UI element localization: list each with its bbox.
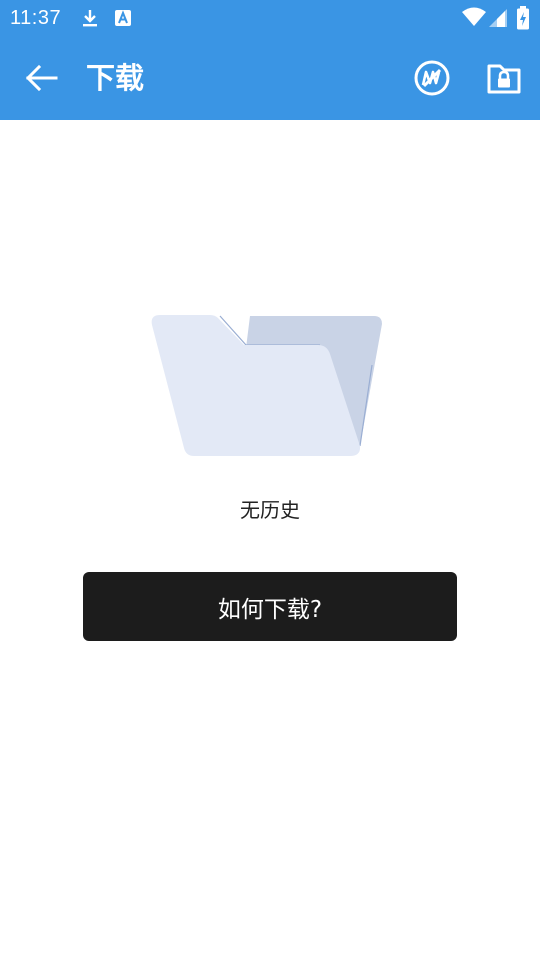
arrow-left-icon xyxy=(25,64,58,92)
page-title: 下载 xyxy=(86,61,145,95)
download-icon xyxy=(83,10,97,27)
app-bar: 下载 xyxy=(0,36,540,120)
how-to-download-label: 如何下载? xyxy=(217,596,323,623)
signal-icon xyxy=(489,9,507,27)
battery-charging-icon xyxy=(517,6,529,30)
no-download-button[interactable] xyxy=(410,56,454,100)
a-badge-icon xyxy=(115,10,131,26)
empty-folder-icon xyxy=(151,315,382,456)
wifi-icon xyxy=(462,7,486,26)
status-time: 11:37 xyxy=(10,7,62,29)
empty-state-message: 无历史 xyxy=(240,498,300,522)
how-to-download-button[interactable]: 如何下载? xyxy=(83,572,457,641)
back-button[interactable] xyxy=(18,56,64,100)
private-folder-button[interactable] xyxy=(482,56,526,100)
empty-folder-illustration xyxy=(150,313,386,459)
no-download-icon xyxy=(414,60,450,96)
private-folder-lock-icon xyxy=(487,64,521,94)
status-bar: 11:37 xyxy=(0,0,540,36)
